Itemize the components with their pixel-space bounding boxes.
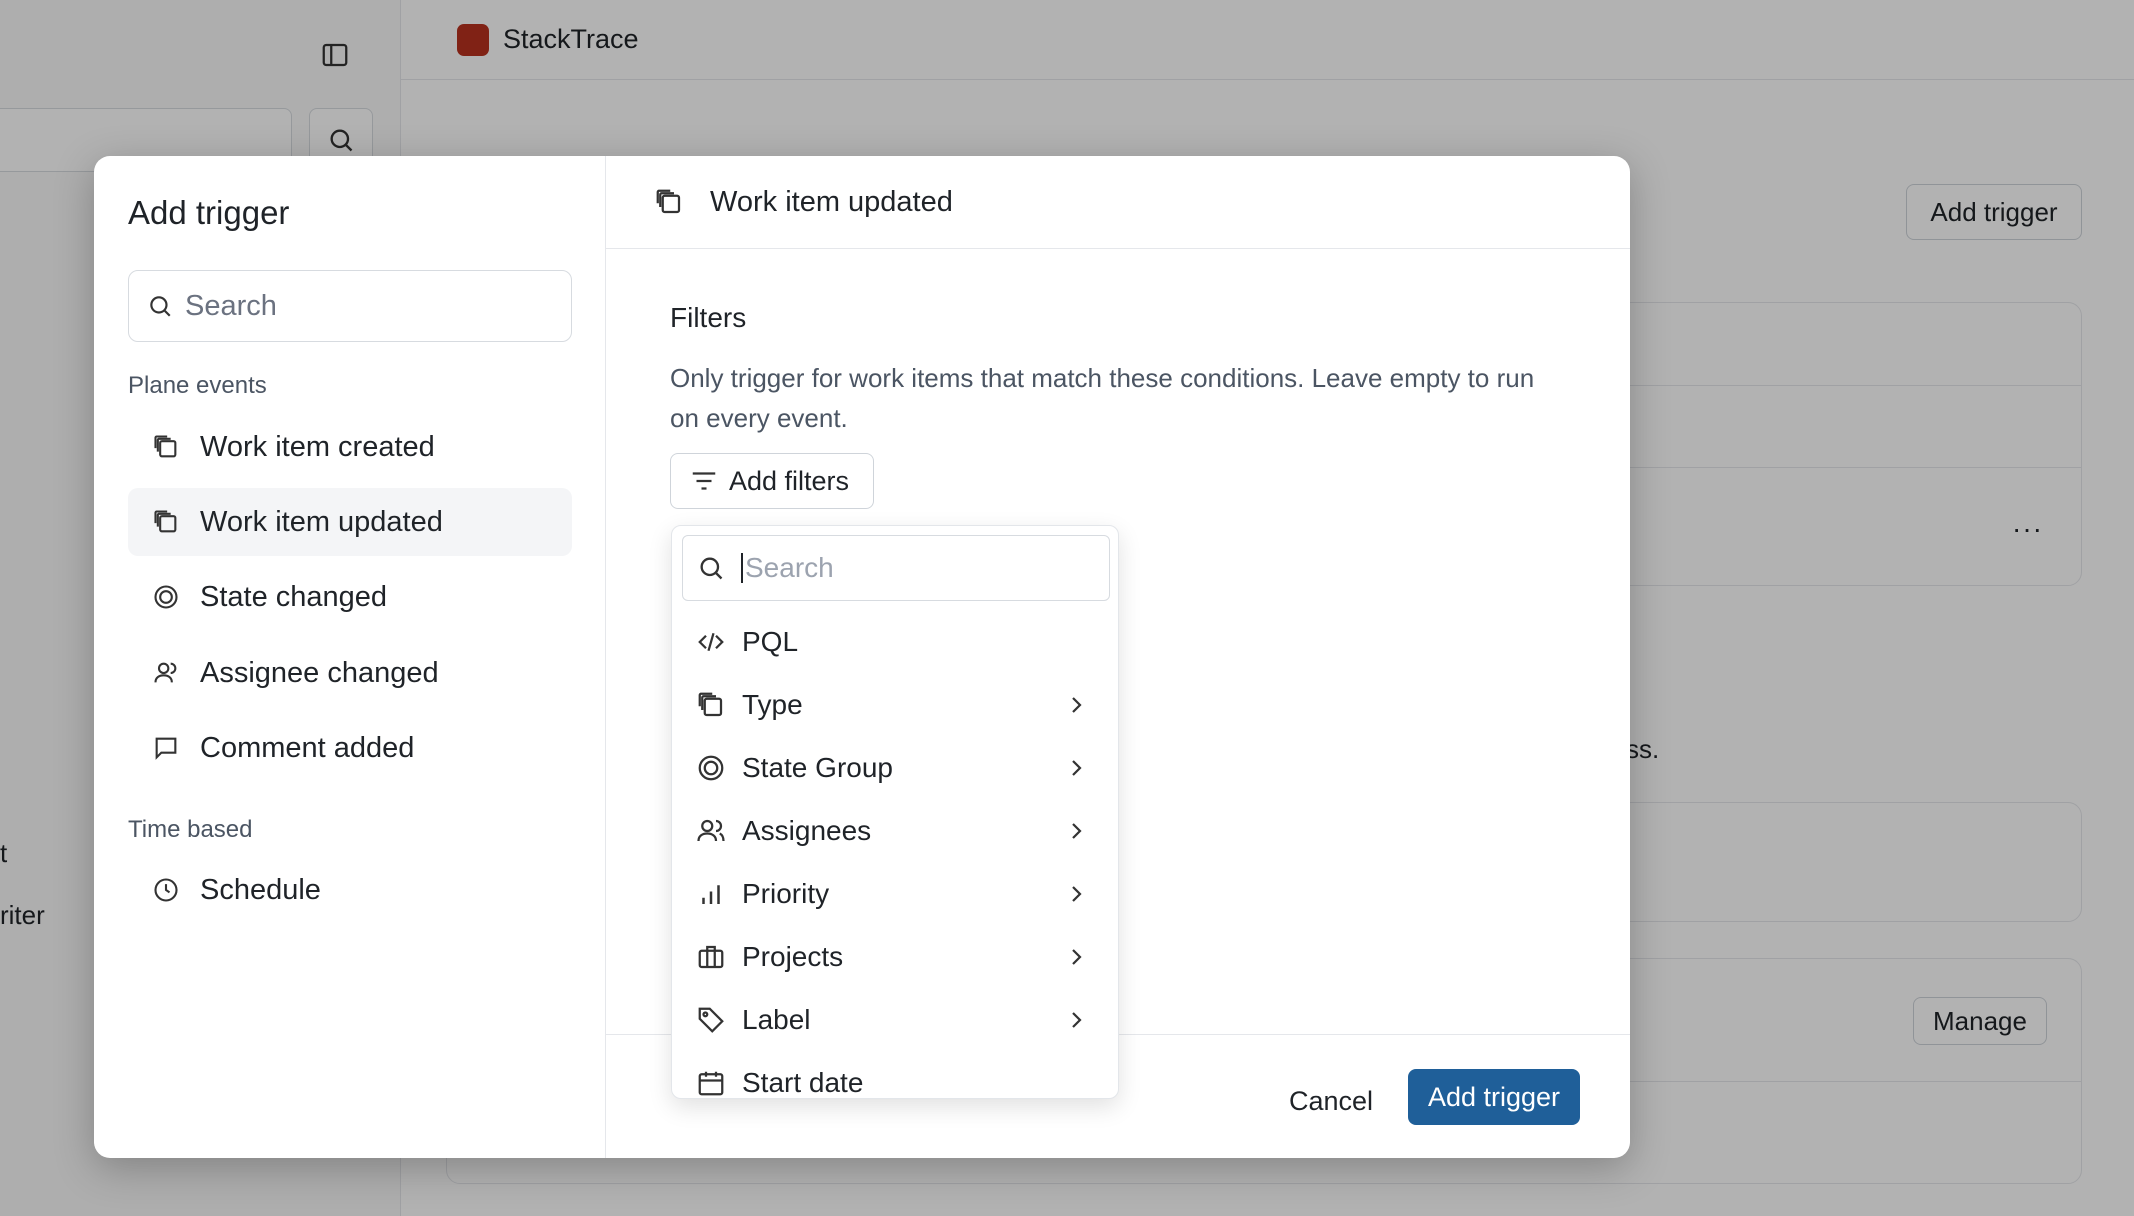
trigger-item-state-changed[interactable]: State changed (128, 563, 572, 631)
filter-option-label: Start date (742, 1067, 864, 1098)
trigger-item-label: Work item updated (200, 505, 443, 538)
calendar-icon (698, 1071, 724, 1096)
chevron-right-icon (1072, 760, 1082, 776)
trigger-item-label: Assignee changed (200, 656, 439, 689)
tag-icon (698, 1007, 724, 1033)
detail-header: Work item updated (606, 156, 1630, 249)
work-item-icon (656, 189, 681, 214)
code-icon (698, 632, 724, 652)
filter-search-placeholder: Search (741, 553, 834, 583)
filter-option-label: Label (742, 1004, 811, 1035)
trigger-item-label: State changed (200, 580, 388, 613)
filter-option-label: Assignees (742, 815, 872, 846)
group-label-time-based: Time based (128, 816, 253, 843)
filter-icon (692, 472, 716, 490)
search-icon (700, 557, 723, 580)
work-item-icon (698, 692, 723, 717)
modal-title: Add trigger (128, 194, 290, 231)
trigger-item-label: Comment added (200, 731, 415, 764)
filter-dropdown: Search PQL Type State Group Assignees Pr… (671, 525, 1119, 1099)
add-filters-label: Add filters (729, 465, 850, 496)
filter-option-priority[interactable]: Priority (682, 864, 1110, 924)
detail-title: Work item updated (710, 185, 953, 218)
filter-option-state-group[interactable]: State Group (682, 738, 1110, 798)
work-item-icon (154, 510, 177, 533)
filter-search-input[interactable]: Search (682, 535, 1110, 601)
trigger-item-comment-added[interactable]: Comment added (128, 714, 572, 782)
trigger-item-label: Schedule (200, 873, 321, 906)
filter-option-label: PQL (742, 626, 799, 657)
filter-option-pql[interactable]: PQL (682, 612, 1110, 672)
clock-icon (154, 878, 178, 902)
state-icon (154, 585, 178, 609)
trigger-item-work-item-updated[interactable]: Work item updated (128, 488, 572, 556)
trigger-item-label: Work item created (200, 430, 435, 463)
chevron-right-icon (1072, 886, 1082, 902)
chevron-right-icon (1072, 949, 1082, 965)
filters-title: Filters (670, 302, 747, 333)
trigger-list-pane: Add trigger Search Plane events Work ite… (94, 156, 606, 1158)
comment-icon (155, 737, 177, 760)
briefcase-icon (698, 945, 724, 969)
filter-option-start-date[interactable]: Start date (682, 1053, 1110, 1098)
trigger-item-assignee-changed[interactable]: Assignee changed (128, 639, 572, 707)
user-icon (154, 662, 177, 683)
chevron-right-icon (1072, 823, 1082, 839)
filter-option-projects[interactable]: Projects (682, 927, 1110, 987)
filter-option-label: State Group (742, 752, 893, 783)
filter-option-label[interactable]: Label (682, 990, 1110, 1050)
trigger-item-schedule[interactable]: Schedule (128, 856, 572, 924)
chevron-right-icon (1072, 1012, 1082, 1028)
group-label-plane-events: Plane events (128, 372, 267, 399)
state-icon (698, 755, 724, 781)
filter-option-label: Type (742, 689, 803, 720)
filter-option-type[interactable]: Type (682, 675, 1110, 735)
add-filters-button[interactable]: Add filters (670, 453, 874, 509)
search-icon (150, 296, 171, 317)
filter-option-label: Projects (742, 941, 844, 972)
priority-icon (702, 885, 720, 904)
trigger-search-input[interactable]: Search (128, 270, 572, 342)
filter-option-label: Priority (742, 878, 830, 909)
work-item-icon (154, 435, 177, 458)
trigger-item-work-item-created[interactable]: Work item created (128, 413, 572, 481)
search-placeholder: Search (185, 289, 277, 322)
filters-description: Only trigger for work items that match t… (670, 363, 1535, 433)
chevron-right-icon (1072, 697, 1082, 713)
add-trigger-button[interactable]: Add trigger (1408, 1069, 1580, 1125)
cancel-button[interactable]: Cancel (1266, 1073, 1396, 1129)
filter-option-assignees[interactable]: Assignees (682, 801, 1110, 861)
users-icon (697, 819, 725, 842)
